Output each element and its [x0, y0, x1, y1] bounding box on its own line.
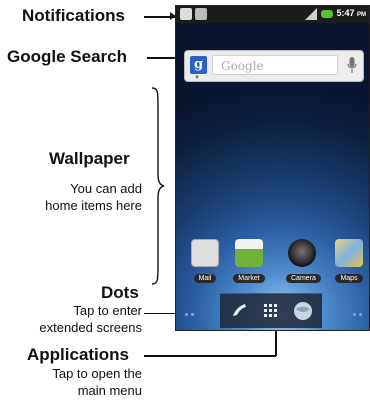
maps-icon	[335, 239, 363, 267]
app-label: Maps	[335, 274, 363, 283]
app-camera[interactable]: Camera	[286, 239, 321, 285]
page-dot-right[interactable]	[353, 313, 356, 316]
google-search-title: Google Search	[7, 47, 127, 66]
app-label: Mail	[193, 274, 217, 283]
wallpaper-title: Wallpaper	[49, 149, 130, 168]
notifications-title: Notifications	[22, 6, 125, 25]
app-market[interactable]: Market	[233, 239, 265, 285]
status-time: 5:47 PM	[336, 8, 366, 18]
market-icon	[235, 239, 263, 267]
mail-icon	[191, 239, 219, 267]
dots-desc-line2: extended screens	[39, 320, 142, 335]
signal-icon	[305, 8, 317, 20]
browser-icon[interactable]	[290, 298, 316, 324]
battery-icon	[321, 10, 333, 18]
app-label: Camera	[286, 274, 321, 283]
search-dropdown-icon: ▼	[194, 75, 200, 81]
applications-leader-h	[144, 355, 276, 357]
status-bar[interactable]: 5:47 PM	[176, 6, 369, 23]
app-label: Market	[233, 274, 265, 283]
page-dot-left[interactable]	[185, 313, 188, 316]
app-mail[interactable]: Mail	[189, 239, 221, 285]
sd-card-icon	[195, 8, 207, 20]
app-maps[interactable]: Maps	[333, 239, 365, 285]
phone-icon[interactable]	[226, 298, 252, 324]
dots-title: Dots	[101, 283, 139, 302]
dock	[220, 293, 322, 328]
page-dot-left[interactable]	[191, 313, 194, 316]
wallpaper-brace	[151, 87, 165, 285]
page-dot-right[interactable]	[359, 313, 362, 316]
google-search-widget[interactable]: g ▼ Google	[184, 50, 364, 82]
camera-icon	[288, 239, 316, 267]
wallpaper-desc-line1: You can add	[70, 181, 142, 196]
applications-title: Applications	[27, 345, 130, 364]
phone-screen: 5:47 PM g ▼ Google Mail Market Camera Ma…	[175, 5, 370, 331]
google-search-leader	[147, 57, 177, 59]
dots-desc: Tap to enter extended screens	[39, 302, 142, 336]
microphone-icon[interactable]	[347, 56, 357, 74]
app-grid-icon[interactable]	[258, 298, 284, 324]
wallpaper-desc-line2: home items here	[45, 198, 142, 213]
applications-desc-line2: main menu	[77, 383, 142, 398]
search-input[interactable]: Google	[212, 55, 338, 75]
dots-desc-line1: Tap to enter	[73, 303, 142, 318]
wallpaper-desc: You can add home items here	[45, 180, 142, 214]
applications-desc-line1: Tap to open the	[52, 366, 142, 381]
applications-desc: Tap to open the main menu	[52, 365, 142, 399]
google-logo-icon[interactable]: g	[190, 56, 207, 74]
usb-icon	[180, 8, 192, 20]
